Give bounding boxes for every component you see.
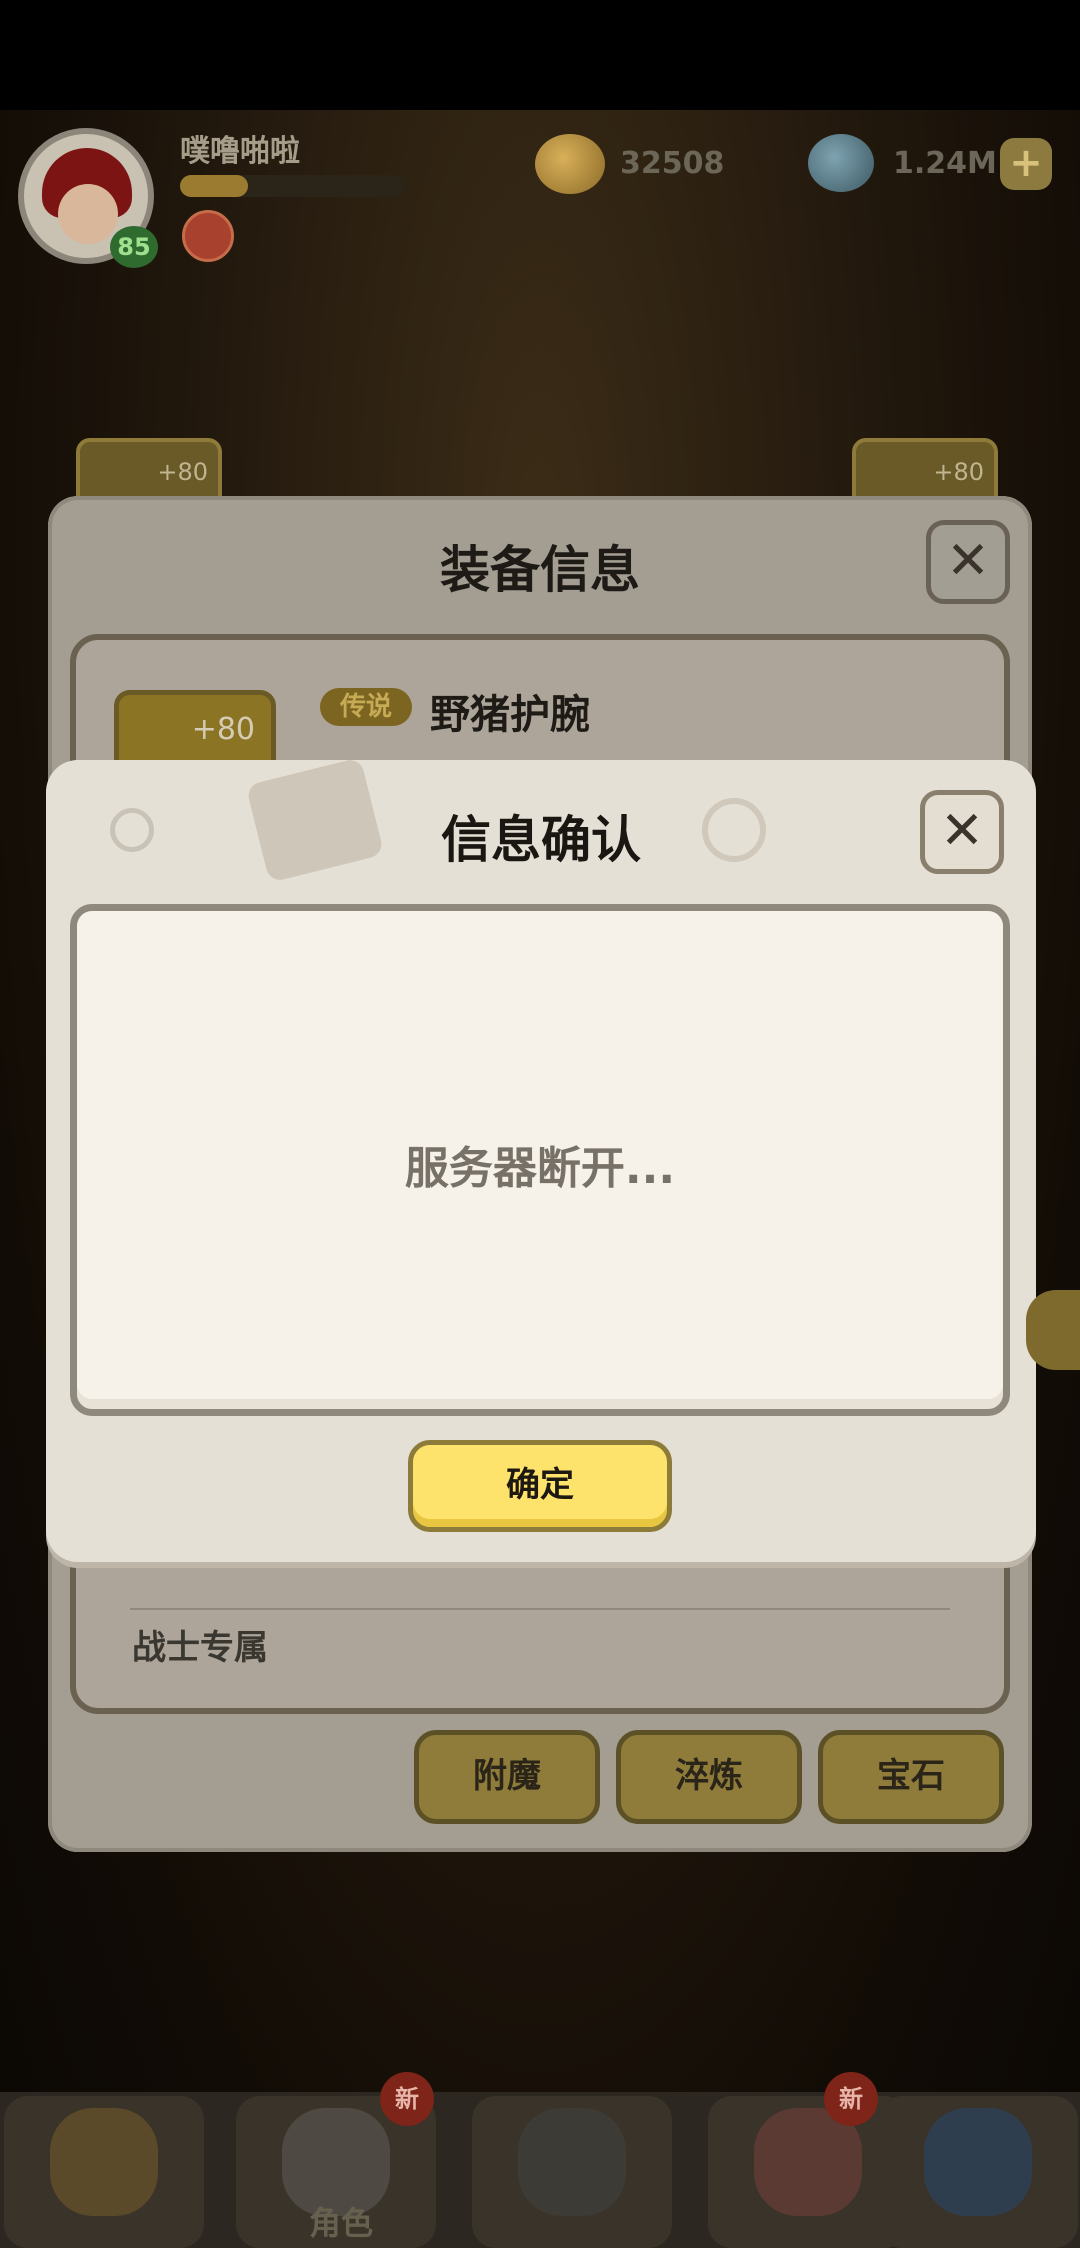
divider xyxy=(130,1608,950,1610)
confirm-button[interactable]: 确定 xyxy=(408,1440,672,1532)
class-exclusive-label: 战士专属 xyxy=(132,1628,268,1668)
add-currency-icon[interactable]: + xyxy=(1000,138,1052,190)
side-event-icon[interactable] xyxy=(1026,1290,1080,1370)
item-name: 野猪护腕 xyxy=(430,692,590,738)
dialog-message: 服务器断开... xyxy=(404,1143,676,1194)
gem-button[interactable]: 宝石 xyxy=(818,1730,1004,1824)
nav-item-tribe[interactable] xyxy=(4,2096,204,2248)
tribe-icon xyxy=(50,2108,158,2216)
new-badge: 新 xyxy=(824,2072,878,2126)
refine-button[interactable]: 淬炼 xyxy=(616,1730,802,1824)
gold-amount: 32508 xyxy=(620,146,725,181)
nav-item-weapon[interactable] xyxy=(472,2096,672,2248)
enchant-button[interactable]: 附魔 xyxy=(414,1730,600,1824)
avatar-face xyxy=(58,184,118,244)
gem-amount: 1.24M xyxy=(893,146,997,181)
new-badge: 新 xyxy=(380,2072,434,2126)
weapon-icon xyxy=(518,2108,626,2216)
gold-coin-icon xyxy=(535,134,605,194)
rarity-badge: 传说 xyxy=(320,688,412,726)
dialog-close-icon[interactable]: ✕ xyxy=(920,790,1004,874)
player-name: 噗噜啪啦 xyxy=(180,134,300,169)
equipment-panel-title: 装备信息 xyxy=(440,541,640,599)
treasure-icon xyxy=(924,2108,1032,2216)
dialog-title: 信息确认 xyxy=(441,811,641,869)
player-level-badge: 85 xyxy=(110,226,158,268)
equipment-panel-close-icon[interactable]: ✕ xyxy=(926,520,1010,604)
guild-emblem-icon[interactable] xyxy=(182,210,234,262)
nav-role-label: 角色 xyxy=(308,2204,373,2242)
gem-icon xyxy=(808,134,874,192)
experience-bar-fill xyxy=(180,175,248,197)
nav-item-treasure[interactable] xyxy=(878,2096,1078,2248)
